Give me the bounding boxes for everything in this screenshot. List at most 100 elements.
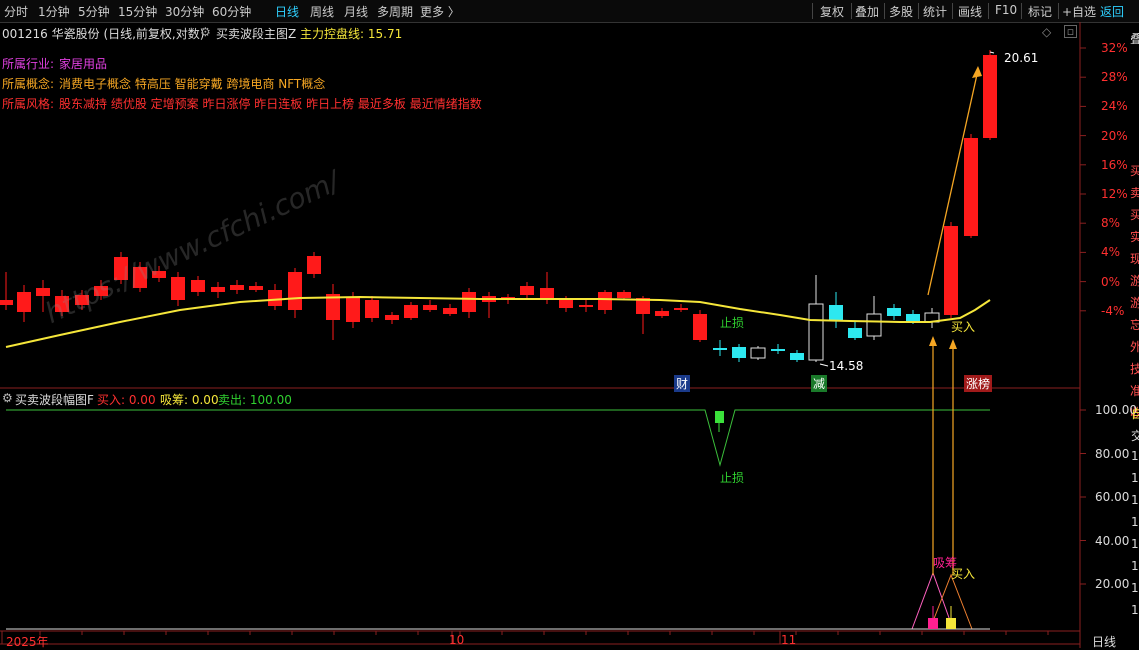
sub-buy-value: 买入: 0.00 [97,393,156,407]
settings-gear-icon[interactable]: ⚙ [200,25,211,39]
sub-buy-label: 买入 [951,567,976,581]
candle-body [17,292,31,312]
candle-body [674,308,688,310]
edge-text: 1 [1131,581,1139,595]
candle-body [423,305,437,310]
edge-text: 1 [1131,603,1139,617]
candle-body [520,286,534,295]
candle-body [171,277,185,300]
edge-text: 1 [1131,493,1139,507]
edge-text: 现 [1130,252,1139,266]
earnings-marker[interactable]: 财 [674,375,691,392]
main-y-tick-label: 32% [1101,41,1128,55]
edge-text: 叠 [1130,32,1139,46]
candle-body [462,292,476,312]
main-y-tick-label: 12% [1101,187,1128,201]
time-axis-oct-label: 10 [449,633,465,647]
main-indicator-name[interactable]: 买卖波段主图Z [216,25,296,42]
sub-y-tick-label: 20.00 [1095,577,1130,591]
time-axis-nov-label: 11 [781,633,797,647]
main-y-tick-label: 16% [1101,157,1128,172]
candle-body [211,287,225,292]
candle-body [404,305,418,318]
candle-body [288,272,302,310]
candle-body [808,303,824,361]
candle-body [617,292,631,298]
candle-body [268,290,282,306]
main-y-tick-label: 28% [1101,70,1128,85]
main-y-tick-label: 20% [1101,128,1128,143]
sell-line [6,409,990,467]
candle-body [944,226,958,315]
candle-body [829,305,843,320]
edge-text: 外 [1130,340,1139,354]
edge-text: 忘 [1130,318,1139,332]
concept-value: 消费电子概念 特高压 智能穿戴 跨境电商 NFT概念 [59,77,326,91]
edge-text: 1 [1131,449,1139,463]
candle-body [307,256,321,274]
industry-value: 家居用品 [59,57,108,71]
reduction-marker[interactable]: 减 [811,375,828,392]
edge-text: 1 [1131,471,1139,485]
candle-body [0,300,13,305]
edge-text: 1 [1131,515,1139,529]
edge-text: 卖 [1130,186,1139,200]
edge-text: 买 [1130,208,1139,222]
buy-arrowhead [949,339,957,349]
style-label: 所属风格: [2,97,55,111]
candle-body [713,348,727,350]
sub-y-tick-label: 60.00 [1095,490,1130,504]
candle-body [346,298,360,322]
edge-text: 游 [1130,274,1139,288]
sub-stop-loss-label: 止损 [720,471,745,485]
limit-up-list-marker[interactable]: 涨榜 [964,375,993,392]
stock-title: 001216 华瓷股份 (日线,前复权,对数) [2,27,205,41]
sub-indicator-name[interactable]: 买卖波段幅图F [15,391,94,408]
candle-body [771,349,785,351]
edge-text: 技 [1130,362,1139,376]
candle-body [732,347,746,358]
candle-body [848,328,862,338]
candle-body [230,285,244,290]
style-value: 股东减持 绩优股 定增预案 昨日涨停 昨日连板 昨日上榜 最近多板 最近情绪指数 [59,97,482,111]
candle-body [385,315,399,320]
candle-body [906,314,920,322]
stop-loss-label: 止损 [720,316,745,330]
candle-body [191,280,205,292]
main-y-tick-label: 0% [1101,274,1121,289]
minimize-icon[interactable]: ▫ [1064,25,1077,38]
edge-text: 1 [1131,559,1139,573]
concept-label: 所属概念: [2,77,55,91]
edge-text: 自 [1131,407,1139,421]
sub-y-tick-label: 80.00 [1095,446,1130,461]
candle-body [750,347,766,359]
main-y-tick-label: 8% [1101,216,1121,231]
sub-sell-value: 卖出: 100.00 [218,393,292,407]
candle-body [655,311,669,316]
high-price-label: 20.61 [1004,51,1039,65]
high-pointer [989,51,995,54]
main-y-tick-label: 24% [1101,99,1128,114]
edge-text: 实 [1130,230,1139,244]
candle-body [579,305,593,307]
candle-body [559,300,573,308]
period-indicator: 日线 [1092,635,1117,649]
candle-body [983,55,997,138]
candle-body [887,308,901,316]
collapse-icon[interactable]: ◇ [1042,25,1051,39]
control-line-value: 主力控盘线: 15.71 [300,27,403,41]
edge-text: 买 [1130,164,1139,178]
edge-text: 交 [1131,429,1139,443]
candle-body [365,300,379,318]
candle-body [443,308,457,314]
candle-body [598,292,612,310]
industry-label: 所属行业: [2,57,55,71]
stop-loss-bar [715,411,724,423]
buy-signal-label: 买入 [951,320,976,334]
time-axis-year-label: 2025年 [6,635,49,649]
candle-body [790,353,804,360]
main-y-tick-label: 4% [1101,245,1121,260]
buy-bar [946,618,956,629]
sub-settings-gear-icon[interactable]: ⚙ [2,391,13,405]
candle-body [866,313,882,337]
